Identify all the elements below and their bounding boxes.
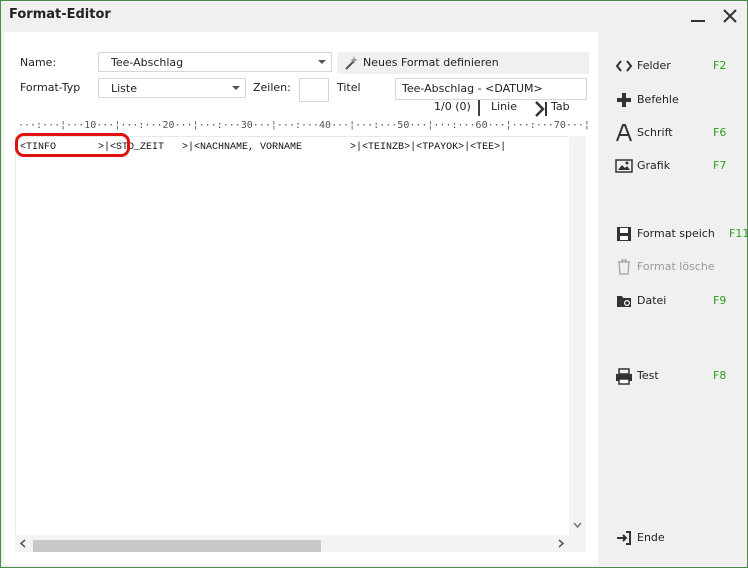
position-counter: 1/0 (0) (434, 100, 471, 113)
editor-area: Name: Tee-Abschlag Neues Format definier… (4, 32, 598, 565)
exit-icon (617, 531, 631, 545)
new-format-label: Neues Format definieren (363, 56, 499, 69)
close-icon (723, 9, 737, 23)
linie-button[interactable]: Linie (491, 100, 517, 113)
sidebar-item-format-loesche: Format lösche (615, 257, 743, 277)
scroll-left-icon[interactable] (18, 538, 29, 549)
format-type-value: Liste (111, 82, 137, 95)
format-text-editor[interactable]: <TINFO >|<STD_ZEIT >|<NACHNAME, VORNAME … (15, 136, 570, 540)
tab-icon (535, 101, 547, 117)
window-title: Format-Editor (9, 7, 111, 22)
titel-label: Titel (337, 81, 361, 94)
format-editor-window: Format-Editor Name: Tee-Abschlag Neues F… (0, 0, 748, 568)
horizontal-scrollbar[interactable] (15, 535, 586, 552)
close-button[interactable] (719, 5, 741, 27)
sidebar-item-test[interactable]: Test F8 (615, 366, 743, 386)
sidebar-item-befehle[interactable]: Befehle (615, 90, 743, 110)
new-format-button[interactable]: Neues Format definieren (337, 52, 589, 74)
titel-value: Tee-Abschlag - <DATUM> (402, 82, 543, 95)
zeilen-input[interactable] (299, 78, 329, 102)
sidebar-item-datei[interactable]: Datei F9 (615, 291, 743, 311)
format-type-label: Format-Typ (20, 81, 81, 94)
sidebar-item-format-speich[interactable]: Format speich F11 (615, 224, 748, 244)
name-label: Name: (20, 56, 57, 69)
sidebar-item-felder[interactable]: Felder F2 (615, 56, 743, 76)
tinfo-highlight (15, 133, 130, 157)
plus-icon (617, 93, 631, 107)
scroll-down-icon[interactable] (572, 520, 583, 531)
column-ruler: ···:···¦···10···¦···:···20···¦···:···30·… (18, 120, 588, 131)
font-icon (616, 124, 632, 142)
name-select[interactable]: Tee-Abschlag (98, 52, 332, 72)
file-icon (617, 296, 631, 307)
vertical-scrollbar[interactable] (569, 136, 586, 536)
trash-icon (618, 259, 630, 275)
printer-icon (616, 368, 632, 385)
name-select-value: Tee-Abschlag (111, 56, 184, 69)
divider (478, 100, 480, 116)
minimize-button[interactable] (687, 5, 709, 27)
sidebar-item-ende[interactable]: Ende (615, 528, 743, 548)
tab-button[interactable]: Tab (551, 100, 570, 113)
chevron-down-icon (232, 86, 240, 90)
minimize-icon (691, 20, 705, 22)
magic-wand-icon (345, 56, 358, 70)
save-icon (617, 227, 631, 241)
action-sidebar: Felder F2 Befehle Schrift F6 Grafik F7 F… (599, 32, 748, 565)
format-type-select[interactable]: Liste (98, 78, 246, 98)
scrollbar-thumb[interactable] (33, 540, 321, 552)
scroll-right-icon[interactable] (555, 538, 566, 549)
zeilen-label: Zeilen: (253, 81, 291, 94)
chevron-down-icon (318, 60, 326, 64)
sidebar-item-schrift[interactable]: Schrift F6 (615, 123, 743, 143)
sidebar-item-grafik[interactable]: Grafik F7 (615, 156, 743, 176)
image-icon (615, 159, 633, 173)
fields-icon (615, 60, 633, 72)
titel-input[interactable]: Tee-Abschlag - <DATUM> (395, 78, 587, 100)
title-bar: Format-Editor (1, 1, 747, 31)
